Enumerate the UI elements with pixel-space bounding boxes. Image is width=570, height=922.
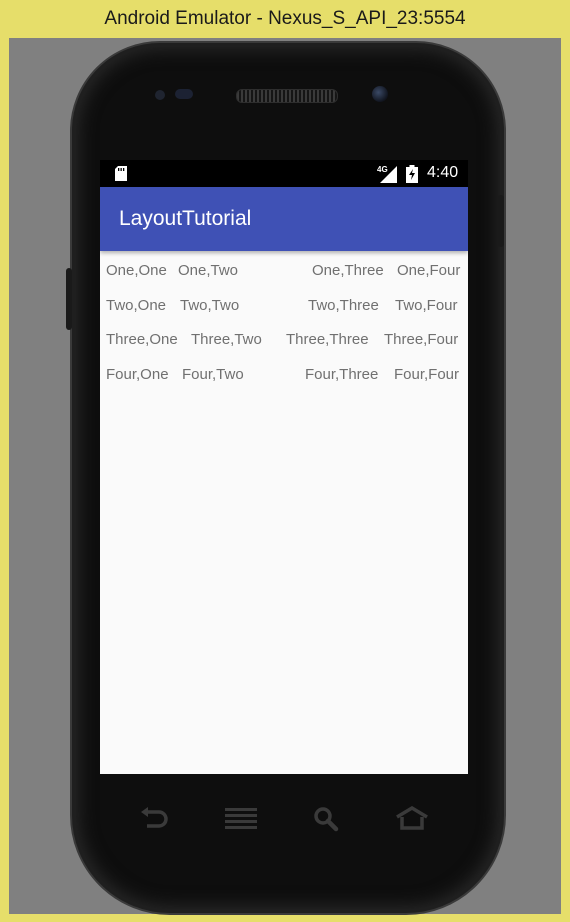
light-sensor [175, 89, 193, 99]
cell-two-four: Two,Four [395, 297, 458, 314]
sd-card-icon [115, 166, 127, 181]
cell-three-one: Three,One [106, 331, 178, 348]
cell-one-one: One,One [106, 262, 167, 279]
app-toolbar: LayoutTutorial [100, 187, 468, 251]
earpiece-speaker [236, 89, 338, 103]
cell-one-four: One,Four [397, 262, 461, 279]
cell-three-four: Three,Four [384, 331, 459, 348]
status-bar: 4G 4:40 [100, 160, 468, 187]
volume-button[interactable] [66, 268, 72, 330]
cell-one-three: One,Three [312, 262, 384, 279]
cell-four-three: Four,Three [305, 366, 379, 383]
cell-four-one: Four,One [106, 366, 169, 383]
signal-icon [380, 166, 397, 183]
cell-one-two: One,Two [178, 262, 239, 279]
back-icon[interactable] [138, 806, 170, 832]
front-sensor [155, 90, 165, 100]
window-title: Android Emulator - Nexus_S_API_23:5554 [104, 8, 466, 29]
cell-four-four: Four,Four [394, 366, 460, 383]
app-title: LayoutTutorial [119, 207, 252, 230]
battery-charging-icon [406, 165, 418, 183]
cell-three-three: Three,Three [286, 331, 369, 348]
cell-two-two: Two,Two [180, 297, 240, 314]
cell-two-one: Two,One [106, 297, 167, 314]
device-screen[interactable]: 4G 4:40 LayoutTutorial One,One One,Two O… [100, 160, 468, 774]
status-clock: 4:40 [427, 164, 459, 181]
menu-icon[interactable] [225, 807, 257, 829]
cell-three-two: Three,Two [191, 331, 262, 348]
cell-two-three: Two,Three [308, 297, 379, 314]
home-icon[interactable] [395, 806, 429, 830]
front-camera [372, 86, 388, 102]
power-button[interactable] [498, 195, 504, 247]
search-icon[interactable] [313, 806, 339, 832]
cell-four-two: Four,Two [182, 366, 244, 383]
